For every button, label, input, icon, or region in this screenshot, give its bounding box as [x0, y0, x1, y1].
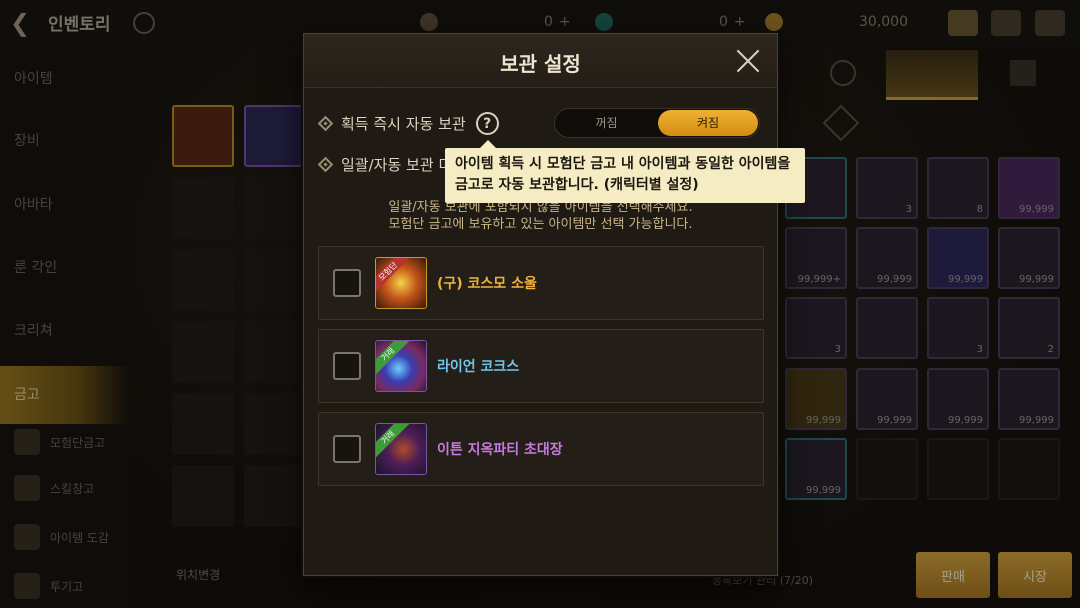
item-name: 라이언 코크스: [437, 359, 520, 375]
auto-store-label: 획득 즉시 자동 보관: [341, 115, 466, 133]
close-icon[interactable]: [735, 48, 761, 74]
auto-store-option: 획득 즉시 자동 보관 ?: [317, 112, 499, 135]
toggle-off[interactable]: 꺼짐: [555, 109, 658, 137]
storage-settings-modal: 보관 설정 획득 즉시 자동 보관 ? 꺼짐 켜짐 일괄/자동 보관 미포함 일…: [303, 33, 778, 576]
list-item[interactable]: 거래 이튼 지옥파티 초대장: [318, 412, 764, 486]
help-icon[interactable]: ?: [475, 112, 499, 135]
item-checkbox[interactable]: [333, 435, 361, 463]
item-tag: 모험단: [376, 258, 411, 294]
invitation-icon: 거래: [375, 423, 427, 475]
notice-line2: 모험단 금고에 보유하고 있는 아이템만 선택 가능합니다.: [388, 217, 693, 232]
cosmo-soul-icon: 모험단: [375, 257, 427, 309]
bullet-diamond-icon: [317, 115, 334, 132]
list-item[interactable]: 거래 라이언 코크스: [318, 329, 764, 403]
item-name: (구) 코스모 소울: [437, 276, 537, 292]
item-tag: 거래: [376, 424, 411, 460]
bullet-diamond-icon: [317, 156, 334, 173]
item-name: 이튼 지옥파티 초대장: [437, 442, 563, 458]
list-item[interactable]: 모험단 (구) 코스모 소울: [318, 246, 764, 320]
help-tooltip: 아이템 획득 시 모험단 금고 내 아이템과 동일한 아이템을 금고로 자동 보…: [445, 140, 805, 203]
toggle-on[interactable]: 켜짐: [658, 110, 758, 136]
auto-store-toggle[interactable]: 꺼짐 켜짐: [554, 108, 760, 138]
modal-title: 보관 설정: [500, 52, 581, 76]
item-checkbox[interactable]: [333, 352, 361, 380]
exclude-notice: 일괄/자동 보관에 포함되지 않을 아이템을 선택해주세요. 모험단 금고에 보…: [304, 199, 777, 233]
lion-cocks-icon: 거래: [375, 340, 427, 392]
item-checkbox[interactable]: [333, 269, 361, 297]
item-tag: 거래: [376, 341, 411, 377]
modal-header: 보관 설정: [304, 34, 777, 88]
